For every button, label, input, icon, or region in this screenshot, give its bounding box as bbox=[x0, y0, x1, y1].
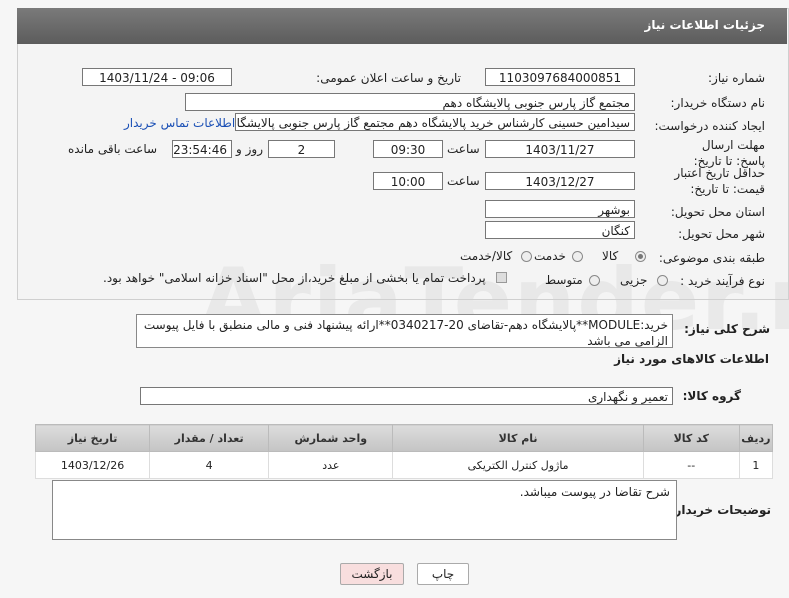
category-label: طبقه بندی موضوعی: bbox=[658, 251, 765, 265]
deadline-time-label: ساعت bbox=[447, 142, 480, 156]
cell-row: 1 bbox=[738, 451, 774, 479]
cell-qty: 4 bbox=[149, 451, 270, 479]
province-field: بوشهر bbox=[485, 200, 635, 218]
validity-time-field: 10:00 bbox=[373, 172, 443, 190]
validity-date-field: 1403/12/27 bbox=[485, 172, 635, 190]
category-option-both: کالا/خدمت bbox=[460, 249, 513, 263]
process-radio-minor[interactable] bbox=[657, 275, 668, 286]
panel-header: جزئیات اطلاعات نیاز bbox=[17, 8, 787, 44]
buyer-org-field: مجتمع گاز پارس جنوبی پالایشگاه دهم bbox=[185, 93, 635, 111]
goods-group-label: گروه کالا: bbox=[682, 389, 741, 403]
description-field: خرید:MODULE**پالایشگاه دهم-تقاضای 20-034… bbox=[136, 314, 673, 348]
payment-note: پرداخت تمام یا بخشی از مبلغ خرید،از محل … bbox=[103, 271, 486, 285]
process-label: نوع فرآیند خرید : bbox=[680, 274, 765, 288]
col-code: کد کالا bbox=[642, 424, 740, 452]
creator-field: سیدامین حسینی کارشناس خرید پالایشگاه دهم… bbox=[235, 113, 635, 131]
creator-label: ایجاد کننده درخواست: bbox=[654, 119, 765, 133]
col-qty: تعداد / مقدار bbox=[149, 424, 270, 452]
process-radio-medium[interactable] bbox=[589, 275, 600, 286]
remaining-label: ساعت باقی مانده bbox=[68, 142, 158, 156]
category-option-service: خدمت bbox=[534, 249, 566, 263]
col-name: نام کالا bbox=[392, 424, 644, 452]
need-number-field: 1103097684000851 bbox=[485, 68, 635, 86]
category-radio-service[interactable] bbox=[572, 251, 583, 262]
col-date: تاریخ نیاز bbox=[34, 424, 151, 452]
goods-section-title: اطلاعات کالاهای مورد نیاز bbox=[614, 352, 769, 366]
col-unit: واحد شمارش bbox=[268, 424, 394, 452]
city-label: شهر محل تحویل: bbox=[678, 227, 765, 241]
contact-info-link[interactable]: اطلاعات تماس خریدار bbox=[124, 116, 235, 130]
treasury-checkbox[interactable] bbox=[496, 272, 507, 283]
buyer-notes-field: شرح تقاضا در پیوست میباشد. bbox=[52, 480, 677, 540]
category-radio-goods[interactable] bbox=[635, 251, 646, 262]
province-label: استان محل تحویل: bbox=[670, 205, 765, 219]
category-radio-both[interactable] bbox=[521, 251, 532, 262]
deadline-time-field: 09:30 bbox=[373, 140, 443, 158]
category-option-goods: کالا bbox=[602, 249, 619, 263]
page-title: جزئیات اطلاعات نیاز bbox=[644, 18, 765, 32]
deadline-date-field: 1403/11/27 bbox=[485, 140, 635, 158]
print-button[interactable]: چاپ bbox=[417, 563, 469, 585]
validity-time-label: ساعت bbox=[447, 174, 480, 188]
cell-date: 1403/12/26 bbox=[34, 451, 151, 479]
description-label: شرح کلی نیاز: bbox=[684, 322, 770, 336]
validity-label: حداقل تاریخ اعتبار قیمت: تا تاریخ: bbox=[674, 166, 765, 196]
city-field: کنگان bbox=[485, 221, 635, 239]
announce-label: تاریخ و ساعت اعلان عمومی: bbox=[316, 71, 461, 85]
goods-table: ردیف کد کالا نام کالا واحد شمارش تعداد /… bbox=[34, 424, 774, 479]
cell-code: -- bbox=[642, 451, 740, 479]
process-option-minor: جزیی bbox=[620, 273, 648, 287]
buyer-org-label: نام دستگاه خریدار: bbox=[670, 96, 766, 110]
days-field: 2 bbox=[268, 140, 335, 158]
goods-group-field: تعمیر و نگهداری bbox=[140, 387, 673, 405]
goods-table-header: ردیف کد کالا نام کالا واحد شمارش تعداد /… bbox=[34, 424, 774, 452]
need-number-label: شماره نیاز: bbox=[708, 71, 765, 85]
process-option-medium: متوسط bbox=[545, 273, 583, 287]
remaining-time-field: 23:54:46 bbox=[172, 140, 232, 158]
cell-name: ماژول کنترل الکتریکی bbox=[392, 451, 644, 479]
announce-field: 1403/11/24 - 09:06 bbox=[82, 68, 232, 86]
days-label: روز و bbox=[236, 142, 263, 156]
cell-unit: عدد bbox=[268, 451, 394, 479]
col-row: ردیف bbox=[738, 424, 774, 452]
buyer-notes-label: توضیحات خریدار: bbox=[669, 503, 771, 517]
table-row: 1 -- ماژول کنترل الکتریکی عدد 4 1403/12/… bbox=[34, 451, 774, 479]
back-button[interactable]: بازگشت bbox=[340, 563, 404, 585]
